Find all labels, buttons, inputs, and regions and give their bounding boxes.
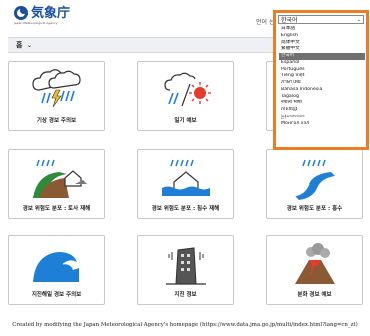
language-option[interactable]: Монгол хэл — [279, 121, 365, 128]
tile-label: 경보 위험도 분포 : 토사 재해 — [22, 206, 91, 212]
language-option[interactable]: မြန်မာဘာသာ — [279, 114, 365, 121]
language-options-list: 日本語 English 简体中文 繁體中文 한국어 Español Portug… — [279, 26, 365, 127]
tile-volcano[interactable]: 분화 경보 예보 — [266, 235, 363, 305]
language-select[interactable]: 한국어 ⌄ — [278, 15, 364, 24]
earthquake-icon — [166, 247, 206, 285]
tile-label: 일기 예보 — [174, 118, 197, 124]
inundation-icon — [162, 159, 210, 196]
language-option[interactable]: Tagalog — [279, 94, 365, 101]
logo-text: 気象庁 — [31, 5, 71, 21]
tile-weather-forecast[interactable]: 일기 예보 — [137, 61, 234, 131]
tile-label: 기상 경보 주의보 — [36, 118, 77, 124]
home-menu[interactable]: 홈 ⌄ — [16, 40, 32, 50]
logo-subtitle: Japan Meteorological Agency — [14, 21, 58, 25]
figure-caption: Created by modifying the Japan Meteorolo… — [12, 322, 358, 328]
tsunami-icon — [33, 252, 79, 282]
jma-logo-mark-icon — [14, 6, 28, 20]
tile-weather-warnings[interactable]: 기상 경보 주의보 — [8, 61, 105, 131]
tile-label: 지진해일 경보 주의보 — [31, 292, 82, 298]
language-select-value: 한국어 — [281, 17, 298, 24]
tile-label: 경보 위험도 분포 : 홍수 — [286, 206, 343, 212]
language-option[interactable]: Português — [279, 67, 365, 74]
language-option[interactable]: नेपाली भाषा — [279, 100, 365, 107]
language-option[interactable]: 日本語 — [279, 26, 365, 33]
landslide-icon — [33, 159, 87, 198]
tile-label: 경보 위험도 분포 : 침수 재해 — [151, 206, 220, 212]
language-option[interactable]: 简体中文 — [279, 40, 365, 47]
chevron-down-icon: ⌄ — [356, 17, 361, 23]
language-option[interactable]: 繁體中文 — [279, 46, 365, 53]
language-option[interactable]: English — [279, 33, 365, 40]
language-option[interactable]: Tiếng Việt — [279, 73, 365, 80]
tile-earthquake[interactable]: 지진 정보 — [137, 235, 234, 305]
volcano-icon — [295, 243, 335, 284]
tile-label: 지진 정보 — [174, 292, 197, 298]
tile-label: 분화 경보 예보 — [297, 292, 332, 298]
chevron-down-icon: ⌄ — [26, 42, 32, 49]
language-option[interactable]: Español — [279, 60, 365, 67]
flood-icon — [294, 159, 335, 200]
language-option[interactable]: Bahasa Indonesia — [279, 87, 365, 94]
tile-tsunami[interactable]: 지진해일 경보 주의보 — [8, 235, 105, 305]
language-dropdown-highlight: 한국어 ⌄ 日本語 English 简体中文 繁體中文 한국어 Español … — [273, 10, 369, 150]
language-option[interactable]: ភាសាខ្មែរ — [279, 107, 365, 114]
weather-forecast-icon — [164, 72, 211, 107]
tile-landslide[interactable]: 경보 위험도 분포 : 토사 재해 — [8, 149, 105, 219]
tile-inundation[interactable]: 경보 위험도 분포 : 침수 재해 — [137, 149, 234, 219]
tile-flood[interactable]: 경보 위험도 분포 : 홍수 — [266, 149, 363, 219]
jma-logo[interactable]: 気象庁 — [14, 6, 70, 20]
language-option-selected[interactable]: 한국어 — [279, 53, 365, 60]
home-label: 홈 — [16, 41, 23, 49]
language-option[interactable]: ภาษาไทย — [279, 80, 365, 87]
heavy-rain-warning-icon — [32, 69, 81, 108]
